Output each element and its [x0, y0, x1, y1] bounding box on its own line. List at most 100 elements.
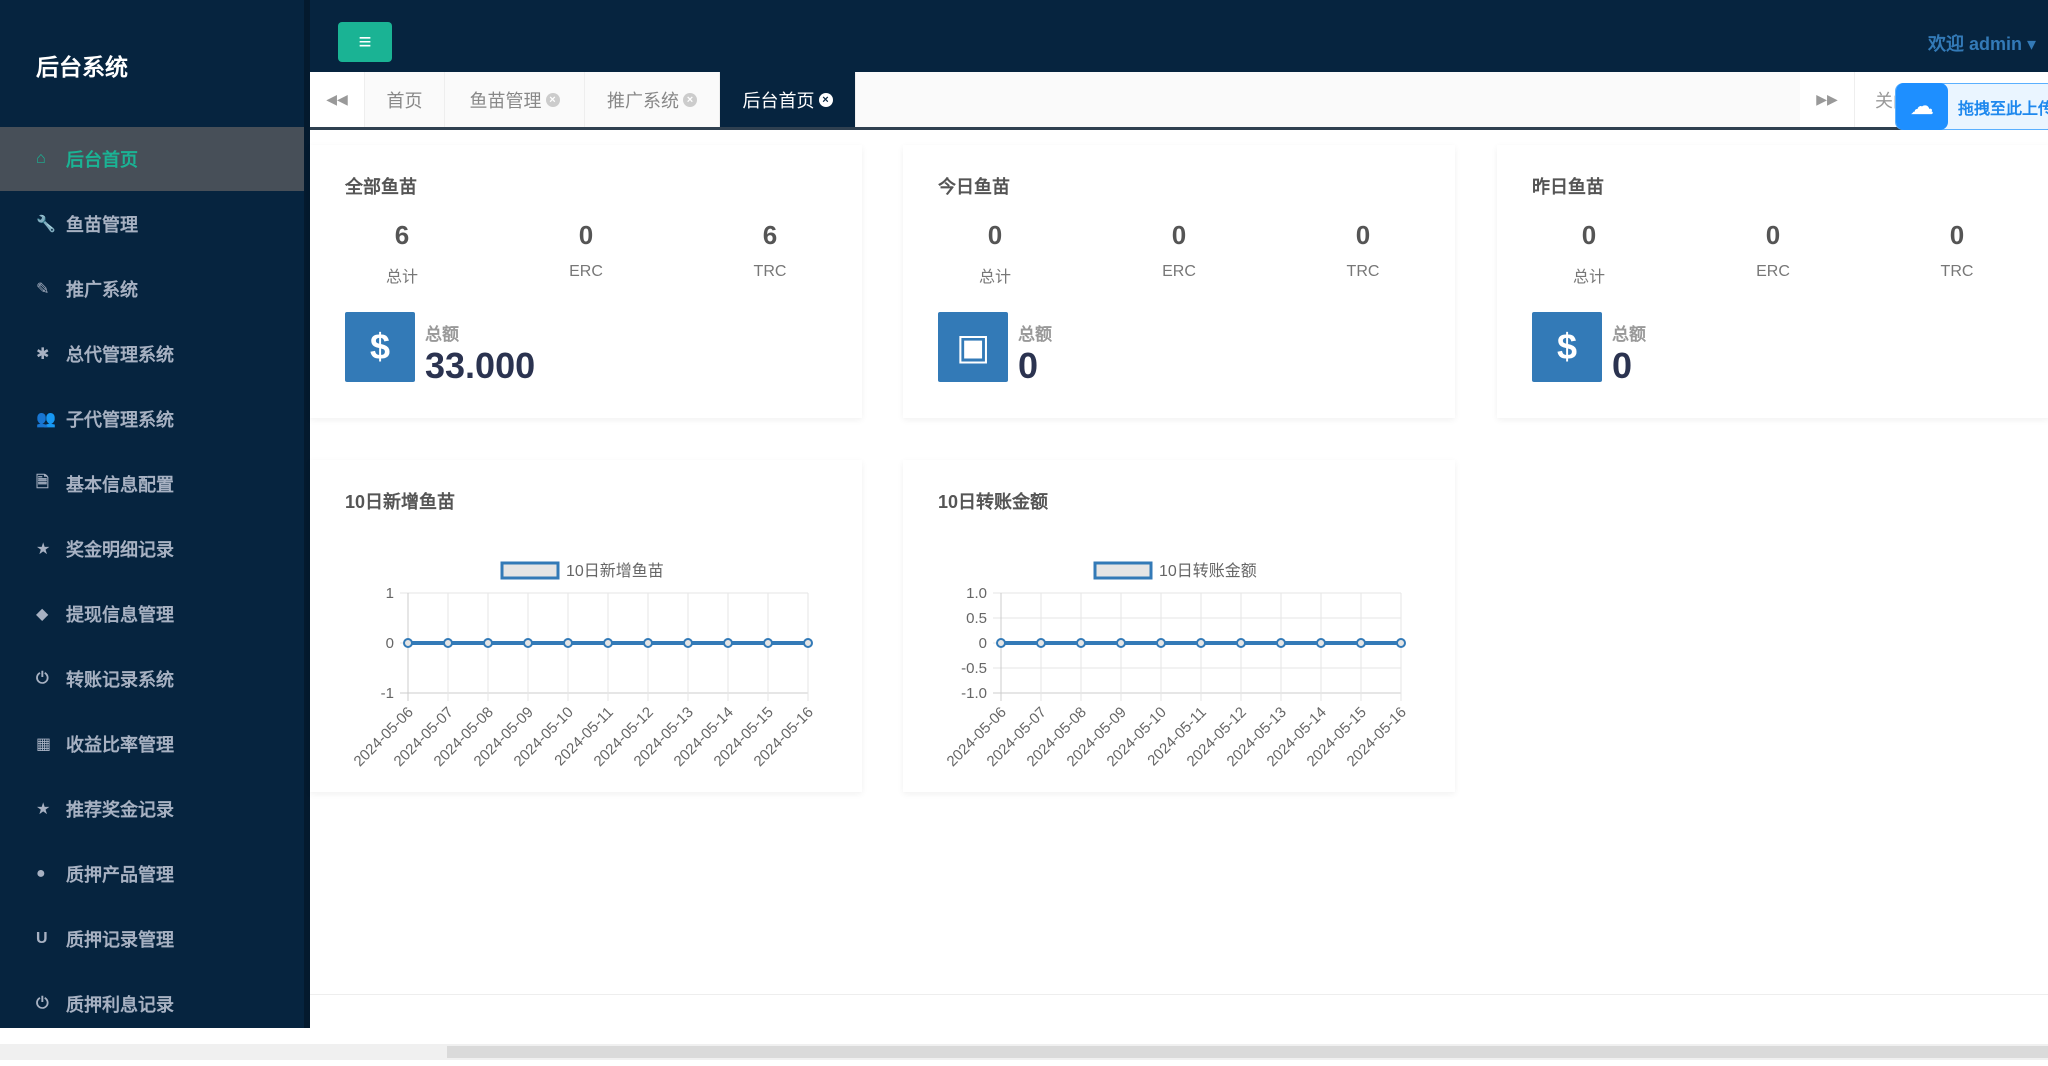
data-point	[1076, 638, 1086, 648]
sidebar-item-label: 提现信息管理	[66, 605, 174, 625]
total-label: 总额	[425, 325, 459, 344]
stat-label: ERC	[569, 263, 603, 280]
sidebar-item[interactable]: U 质押记录管理	[0, 907, 304, 971]
tab[interactable]: 推广系统 ×	[585, 72, 720, 127]
user-menu[interactable]: 欢迎 admin ▾	[1928, 30, 2036, 56]
sidebar-item-label: 质押产品管理	[66, 865, 174, 885]
sidebar-item[interactable]: ⏻ 质押利息记录	[0, 972, 304, 1036]
stat: 0 总计	[935, 220, 1055, 287]
menu-toggle-button[interactable]: ≡	[338, 22, 392, 62]
stat-label: 总计	[978, 269, 1011, 286]
chart-card: 10日新增鱼苗 10日新增鱼苗 1 0 -1 2024-05-06 2024-05-07 20…	[310, 460, 862, 792]
stat: 0 ERC	[1119, 220, 1239, 281]
tabs-prev-button[interactable]: ◀◀	[310, 72, 365, 127]
y-tick-label: -0.5	[961, 660, 987, 677]
sidebar-item[interactable]: ● 质押产品管理	[0, 842, 304, 906]
dollar-icon: $	[345, 312, 415, 382]
stat-label: 总计	[1572, 269, 1605, 286]
stat: 6 TRC	[710, 220, 830, 281]
data-point	[563, 638, 573, 648]
stat-value: 0	[987, 220, 1003, 250]
card-title: 全部鱼苗	[345, 177, 417, 197]
power-icon: ⏻	[36, 995, 49, 1012]
tabs-bar: ◀◀ 首页 鱼苗管理 × 推广系统 × 后台首页 × ▶▶ 关闭	[310, 72, 2048, 130]
y-tick-label: -1	[381, 685, 394, 702]
sidebar-item-label: 推荐奖金记录	[66, 800, 174, 820]
stat-value: 0	[578, 220, 594, 250]
sidebar-item[interactable]: ◆ 提现信息管理	[0, 582, 304, 646]
stat-label: TRC	[753, 263, 787, 280]
close-tab-icon[interactable]: ×	[545, 92, 560, 107]
star-icon: ★	[36, 541, 51, 558]
sidebar-item[interactable]: ★ 奖金明细记录	[0, 517, 304, 581]
close-tab-icon[interactable]: ×	[683, 92, 697, 107]
tab[interactable]: 后台首页 ×	[720, 72, 856, 127]
stat-value: 0	[1949, 220, 1965, 250]
card-title: 今日鱼苗	[938, 177, 1010, 197]
data-point	[1316, 638, 1326, 648]
stat: 0 总计	[1529, 220, 1649, 287]
data-point	[403, 638, 413, 648]
horizontal-scrollbar[interactable]	[0, 1044, 2048, 1060]
sidebar-item-label: 后台首页	[66, 150, 138, 170]
y-tick-label: -1.0	[961, 685, 987, 702]
sidebar-item[interactable]: 🔧 鱼苗管理	[0, 192, 304, 256]
tab-label: 推广系统	[607, 90, 679, 111]
sidebar-item[interactable]: 🗎 基本信息配置	[0, 452, 304, 516]
sidebar-item-label: 推广系统	[66, 280, 138, 300]
scrollbar-thumb[interactable]	[447, 1046, 2048, 1058]
data-point	[1116, 638, 1126, 648]
total-value: 0	[1018, 345, 1039, 386]
comment-icon: ●	[36, 865, 46, 882]
tab[interactable]: 鱼苗管理 ×	[445, 72, 585, 127]
y-tick-label: 0	[979, 635, 987, 652]
stat: 0 ERC	[526, 220, 646, 281]
data-point	[483, 638, 493, 648]
data-point	[803, 638, 813, 648]
sidebar-item[interactable]: ⏻ 转账记录系统	[0, 647, 304, 711]
footer-divider	[310, 994, 2048, 995]
stat: 0 ERC	[1713, 220, 1833, 281]
sidebar-item[interactable]: ⌂ 后台首页	[0, 127, 304, 191]
stat-label: TRC	[1346, 263, 1380, 280]
cloud-icon: ☁	[1896, 83, 1948, 130]
stat-label: TRC	[1940, 263, 1974, 280]
y-tick-label: 0.5	[966, 610, 987, 627]
sidebar-item-label: 鱼苗管理	[66, 215, 138, 235]
close-tab-icon[interactable]: ×	[818, 92, 833, 107]
sidebar-item[interactable]: 👥 子代管理系统	[0, 387, 304, 451]
y-tick-label: 1	[386, 585, 394, 602]
stat: 6 总计	[342, 220, 462, 287]
stat-label: ERC	[1756, 263, 1790, 280]
upload-widget[interactable]: ☁ 拖拽至此上传	[1895, 83, 2048, 130]
data-point	[1036, 638, 1046, 648]
calendar-icon: ▦	[36, 736, 52, 753]
sidebar-item-label: 子代管理系统	[66, 410, 174, 430]
line-chart: 10日转账金额1.00.50-0.5-1.02024-05-062024-05-…	[944, 561, 1410, 770]
tab[interactable]: 首页	[365, 72, 445, 127]
asterisk-icon: ✱	[36, 346, 50, 363]
total-label: 总额	[1018, 325, 1052, 344]
data-point	[523, 638, 533, 648]
magnet-icon: U	[36, 930, 48, 947]
sidebar-item[interactable]: ✱ 总代管理系统	[0, 322, 304, 386]
chart-card: 10日转账金额 10日转账金额 1.0 0.5 0 -0.5 -1.0 2024-05-06 2…	[903, 460, 1455, 792]
data-point	[1196, 638, 1206, 648]
home-icon: ⌂	[36, 150, 46, 167]
sidebar: 后台系统 ⌂ 后台首页 🔧 鱼苗管理 ✎ 推广系统 ✱ 总代管理系统 👥 子代管理系统 🗎 基本信息配…	[0, 0, 310, 1028]
stat-label: 总计	[385, 269, 418, 286]
y-tick-label: 1.0	[966, 585, 987, 602]
sidebar-item[interactable]: ✎ 推广系统	[0, 257, 304, 321]
stat-value: 0	[1171, 220, 1187, 250]
legend-label: 10日转账金额	[1159, 562, 1257, 580]
tabs-next-button[interactable]: ▶▶	[1800, 72, 1855, 127]
data-point	[1236, 638, 1246, 648]
upload-label: 拖拽至此上传	[1957, 100, 2048, 118]
sidebar-item-label: 基本信息配置	[66, 475, 174, 495]
star-icon: ★	[36, 801, 51, 818]
stat: 0 TRC	[1897, 220, 2017, 281]
sidebar-item[interactable]: ★ 推荐奖金记录	[0, 777, 304, 841]
edit-icon: ✎	[36, 281, 50, 298]
sidebar-item[interactable]: ▦ 收益比率管理	[0, 712, 304, 776]
wrench-icon: 🔧	[36, 216, 56, 233]
